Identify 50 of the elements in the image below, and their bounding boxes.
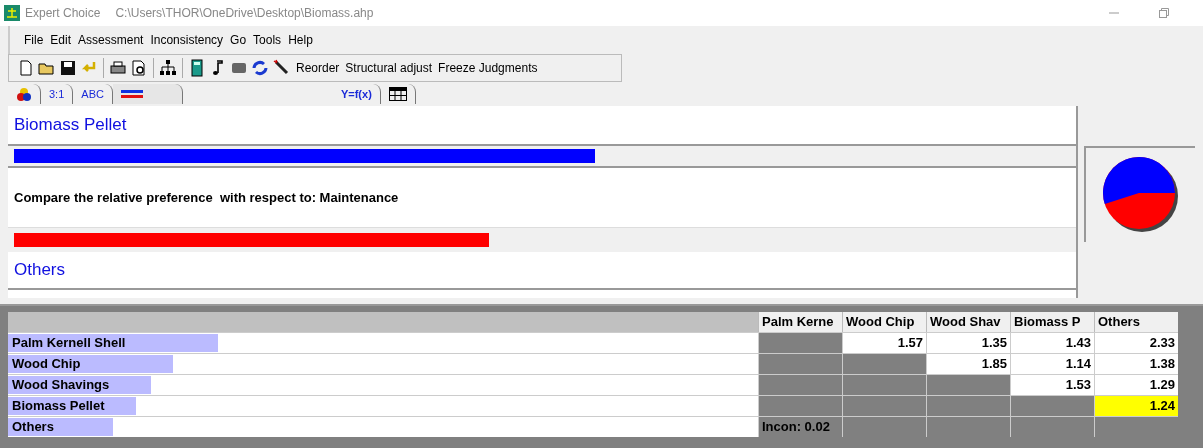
matrix-cell[interactable]: 2.33 [1094, 333, 1178, 353]
new-file-icon[interactable] [17, 59, 35, 77]
app-title: Expert Choice [25, 5, 101, 22]
menu-item[interactable]: Assessment [78, 31, 144, 49]
column-header: Biomass P [1010, 312, 1094, 332]
print-preview-icon[interactable] [130, 59, 148, 77]
menu-item[interactable]: Go [230, 31, 247, 49]
save-icon[interactable] [59, 59, 77, 77]
matrix-cell[interactable]: 1.14 [1010, 354, 1094, 374]
toolbar-button[interactable]: Freeze Judgments [438, 59, 538, 77]
print-icon[interactable] [109, 59, 127, 77]
calculator-icon[interactable] [188, 59, 206, 77]
matrix-cell[interactable]: 1.24 [1094, 396, 1178, 416]
row-label: Biomass Pellet [11, 397, 105, 416]
matrix-cell[interactable]: 1.29 [1094, 375, 1178, 395]
row-label: Wood Chip [11, 355, 81, 374]
menu-item[interactable]: File [24, 31, 44, 49]
row-label: Palm Kernell Shell [11, 334, 126, 353]
matrix-cell[interactable]: 1.57 [842, 333, 926, 353]
row-label: Wood Shavings [11, 376, 110, 395]
menu-item[interactable]: Inconsistency [150, 31, 224, 49]
column-header: Wood Chip [842, 312, 926, 332]
cubes-icon [16, 87, 32, 101]
toolbar-button[interactable]: Reorder [296, 59, 340, 77]
view-tab[interactable] [112, 84, 183, 104]
matrix-cell[interactable]: 1.53 [1010, 375, 1094, 395]
magic-wand-icon[interactable] [272, 59, 290, 77]
restore-icon[interactable] [1159, 8, 1169, 18]
comparison-question: Compare the relative preference with respect to: Maintenance [14, 188, 399, 207]
matrix-cell[interactable]: 1.85 [926, 354, 1010, 374]
column-header: Others [1094, 312, 1178, 332]
matrix-cell: Incon: 0.02 [758, 417, 842, 437]
column-header: Wood Shav [926, 312, 1010, 332]
file-path: C:\Users\THOR\OneDrive\Desktop\Biomass.ahp [115, 5, 374, 22]
toolbar-button[interactable]: Structural adjust [345, 59, 433, 77]
menu-item[interactable]: Edit [50, 31, 72, 49]
hierarchy-icon[interactable] [159, 59, 177, 77]
row-label: Others [11, 418, 54, 437]
menu-item[interactable]: Tools [253, 31, 282, 49]
column-header: Palm Kerne [758, 312, 842, 332]
alternative-name: Others [14, 259, 66, 282]
matrix-cell[interactable]: 1.38 [1094, 354, 1178, 374]
app-logo-icon [4, 5, 20, 21]
alternative-name: Biomass Pellet [14, 114, 127, 137]
two-lines-icon [120, 89, 143, 99]
table-icon [388, 87, 407, 101]
menu-item[interactable]: Help [288, 31, 313, 49]
matrix-cell[interactable]: 1.43 [1010, 333, 1094, 353]
refresh-icon[interactable] [251, 59, 269, 77]
matrix-cell[interactable]: 1.35 [926, 333, 1010, 353]
